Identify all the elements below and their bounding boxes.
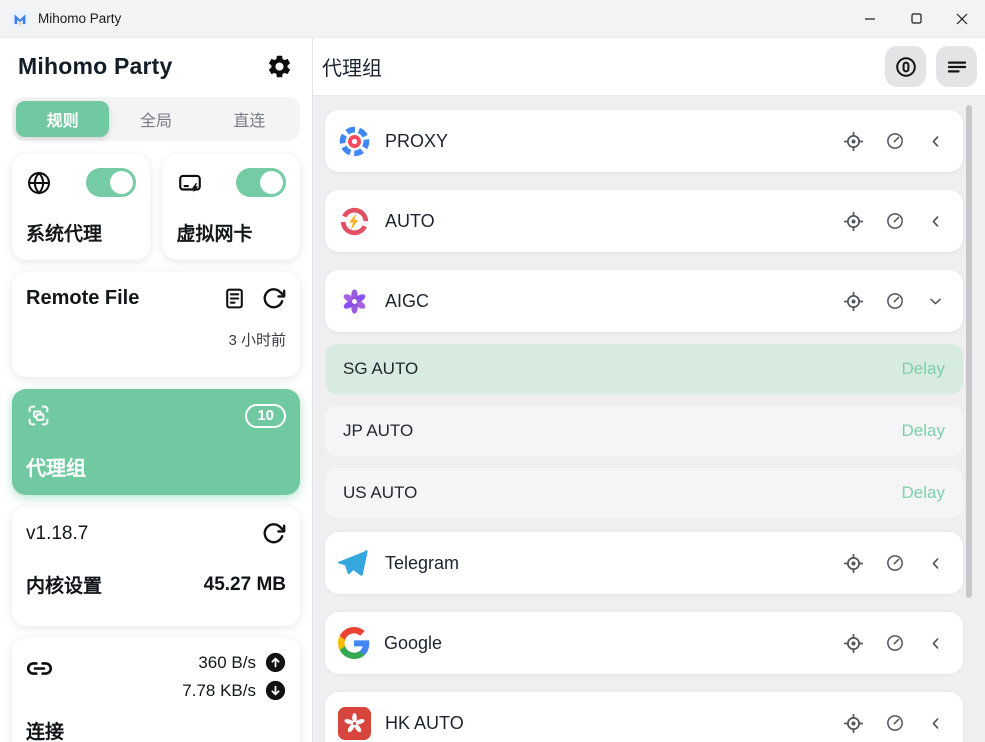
- group-row-telegram[interactable]: Telegram: [325, 532, 963, 594]
- system-proxy-toggle[interactable]: [86, 168, 136, 197]
- delay-label[interactable]: Delay: [902, 421, 945, 441]
- core-refresh-icon[interactable]: [261, 521, 286, 546]
- locate-icon[interactable]: [843, 553, 864, 574]
- group-row-proxy[interactable]: PROXY: [325, 110, 963, 172]
- locate-icon[interactable]: [843, 713, 864, 734]
- group-name: HK AUTO: [385, 713, 464, 734]
- download-speed: 7.78 KB/s: [182, 681, 256, 701]
- upload-speed: 360 B/s: [198, 653, 256, 673]
- system-proxy-card: 系统代理: [12, 154, 150, 260]
- proxy-option-name: US AUTO: [343, 483, 417, 503]
- chevron-left-icon[interactable]: [926, 634, 945, 653]
- proxy-shutter-icon: [338, 125, 371, 158]
- proxy-option-name: SG AUTO: [343, 359, 418, 379]
- telegram-icon: [338, 547, 371, 580]
- proxy-option-name: JP AUTO: [343, 421, 413, 441]
- upload-arrow-icon: [265, 652, 286, 673]
- titlebar: Mihomo Party: [0, 0, 985, 38]
- group-row-hk-auto[interactable]: HK AUTO: [325, 692, 963, 742]
- profile-title: Remote File: [26, 287, 139, 310]
- speedtest-gauge-icon[interactable]: [885, 131, 905, 151]
- tab-global[interactable]: 全局: [109, 101, 202, 137]
- group-name: PROXY: [385, 131, 448, 152]
- proxy-option-jp-auto[interactable]: JP AUTO Delay: [325, 406, 963, 456]
- chevron-down-icon[interactable]: [926, 292, 945, 311]
- delay-label[interactable]: Delay: [902, 483, 945, 503]
- chevron-left-icon[interactable]: [926, 132, 945, 151]
- hongkong-flag-icon: [338, 707, 371, 740]
- locate-icon[interactable]: [843, 131, 864, 152]
- tab-rule[interactable]: 规则: [16, 101, 109, 137]
- locate-icon[interactable]: [843, 211, 864, 232]
- locate-icon[interactable]: [843, 633, 864, 654]
- chevron-left-icon[interactable]: [926, 554, 945, 573]
- settings-gear-icon[interactable]: [264, 51, 294, 81]
- locate-icon[interactable]: [843, 291, 864, 312]
- sidebar-item-proxy-groups[interactable]: 10 代理组: [12, 389, 300, 495]
- core-version: v1.18.7: [26, 523, 88, 545]
- maximize-button[interactable]: [893, 0, 939, 37]
- link-icon: [26, 655, 53, 682]
- core-settings-card[interactable]: v1.18.7 内核设置 45.27 MB: [12, 507, 300, 626]
- proxy-groups-count-badge: 10: [245, 404, 286, 428]
- group-name: Telegram: [385, 553, 459, 574]
- proxy-option-us-auto[interactable]: US AUTO Delay: [325, 468, 963, 518]
- speedtest-gauge-icon[interactable]: [885, 291, 905, 311]
- layout-list-button[interactable]: [936, 46, 977, 87]
- group-row-aigc[interactable]: AIGC: [325, 270, 963, 332]
- outbound-mode-tabs: 规则 全局 直连: [12, 97, 300, 141]
- core-memory-usage: 45.27 MB: [204, 574, 286, 596]
- core-settings-label: 内核设置: [26, 571, 102, 598]
- virtual-nic-icon: [177, 170, 203, 196]
- proxy-groups-label: 代理组: [26, 452, 286, 481]
- globe-icon: [26, 170, 52, 196]
- speedtest-gauge-icon[interactable]: [885, 713, 905, 733]
- group-row-auto[interactable]: AUTO: [325, 190, 963, 252]
- speedtest-gauge-icon[interactable]: [885, 553, 905, 573]
- delay-label[interactable]: Delay: [902, 359, 945, 379]
- chevron-left-icon[interactable]: [926, 714, 945, 733]
- close-button[interactable]: [939, 0, 985, 37]
- tun-label: 虚拟网卡: [177, 219, 287, 246]
- tun-toggle[interactable]: [236, 168, 286, 197]
- delay-test-concurrency-button[interactable]: [885, 46, 926, 87]
- app-logo-icon: [11, 10, 29, 28]
- group-name: AIGC: [385, 291, 429, 312]
- profile-card[interactable]: Remote File 3 小时前: [12, 272, 300, 377]
- profile-refresh-icon[interactable]: [261, 286, 286, 311]
- main-header: 代理组: [313, 38, 985, 96]
- group-name: AUTO: [385, 211, 435, 232]
- page-title: 代理组: [322, 52, 382, 81]
- tab-direct[interactable]: 直连: [203, 101, 296, 137]
- profile-doc-icon[interactable]: [222, 286, 247, 311]
- connections-label: 连接: [26, 717, 286, 742]
- sidebar: Mihomo Party 规则 全局 直连 系统代理: [0, 38, 313, 742]
- main-area: 代理组 PROXY: [313, 38, 985, 742]
- speedtest-gauge-icon[interactable]: [885, 211, 905, 231]
- aigc-openai-icon: [338, 285, 371, 318]
- download-arrow-icon: [265, 680, 286, 701]
- group-name: Google: [384, 633, 442, 654]
- google-icon: [338, 627, 370, 659]
- proxy-option-sg-auto[interactable]: SG AUTO Delay: [325, 344, 963, 394]
- proxy-group-list: PROXY AUTO: [313, 96, 985, 742]
- profile-updated-time: 3 小时前: [26, 329, 286, 350]
- auto-bolt-icon: [338, 205, 371, 238]
- window-title: Mihomo Party: [38, 11, 121, 26]
- proxy-groups-icon: [26, 403, 51, 428]
- connections-card[interactable]: 360 B/s 7.78 KB/s 连接: [12, 638, 300, 742]
- system-proxy-label: 系统代理: [26, 219, 136, 246]
- speedtest-gauge-icon[interactable]: [885, 633, 905, 653]
- chevron-left-icon[interactable]: [926, 212, 945, 231]
- group-row-google[interactable]: Google: [325, 612, 963, 674]
- app-title: Mihomo Party: [18, 53, 172, 80]
- minimize-button[interactable]: [847, 0, 893, 37]
- scrollbar-thumb[interactable]: [966, 105, 972, 598]
- tun-card: 虚拟网卡: [163, 154, 301, 260]
